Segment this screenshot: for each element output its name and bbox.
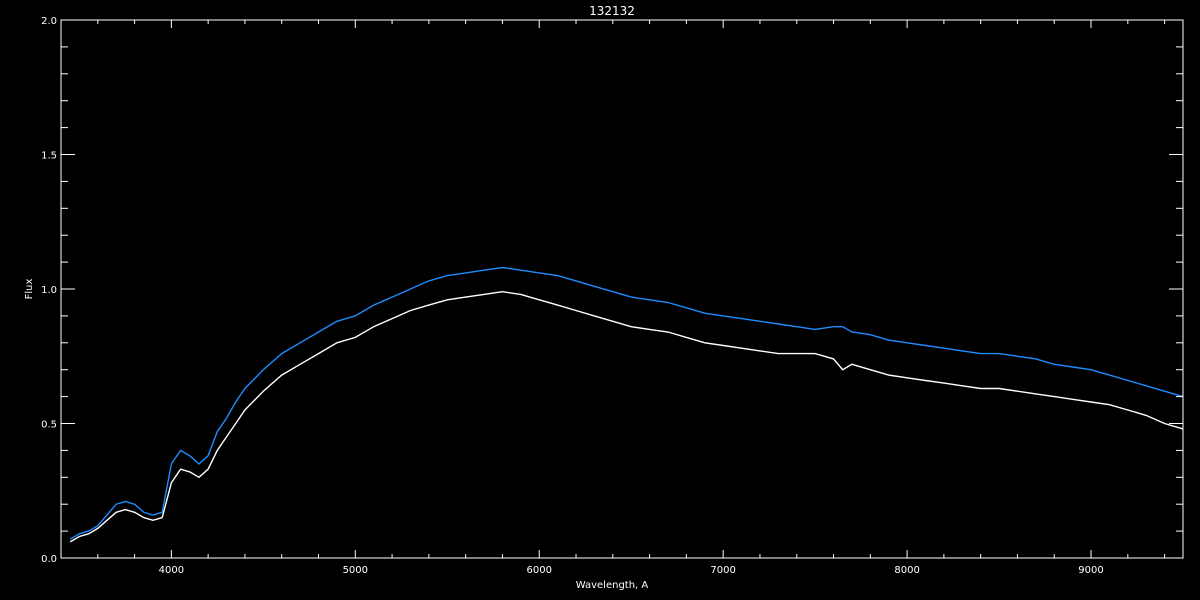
spectrum-chart: 132132 4000 5000 6000 7000 8000 9000 0.0 0.5 1.… (0, 0, 1200, 600)
x-axis-title: Wavelength, A (576, 580, 649, 591)
x-tick-label: 7000 (710, 565, 735, 576)
x-tick-label: 4000 (159, 565, 184, 576)
y-tick-label: 0.0 (41, 554, 57, 565)
y-tick-label: 2.0 (41, 16, 57, 27)
x-tick-label: 6000 (527, 565, 552, 576)
x-tick-label: 5000 (343, 565, 368, 576)
chart-title: 132132 (589, 4, 635, 18)
chart-background (0, 0, 1200, 600)
x-tick-label: 8000 (894, 565, 919, 576)
y-tick-label: 0.5 (41, 420, 57, 431)
y-axis-title: Flux (24, 279, 35, 300)
chart-canvas: 132132 4000 5000 6000 7000 8000 9000 0.0 0.5 1.… (0, 0, 1200, 600)
y-tick-label: 1.0 (41, 285, 57, 296)
y-tick-label: 1.5 (41, 151, 57, 162)
x-tick-label: 9000 (1078, 565, 1103, 576)
